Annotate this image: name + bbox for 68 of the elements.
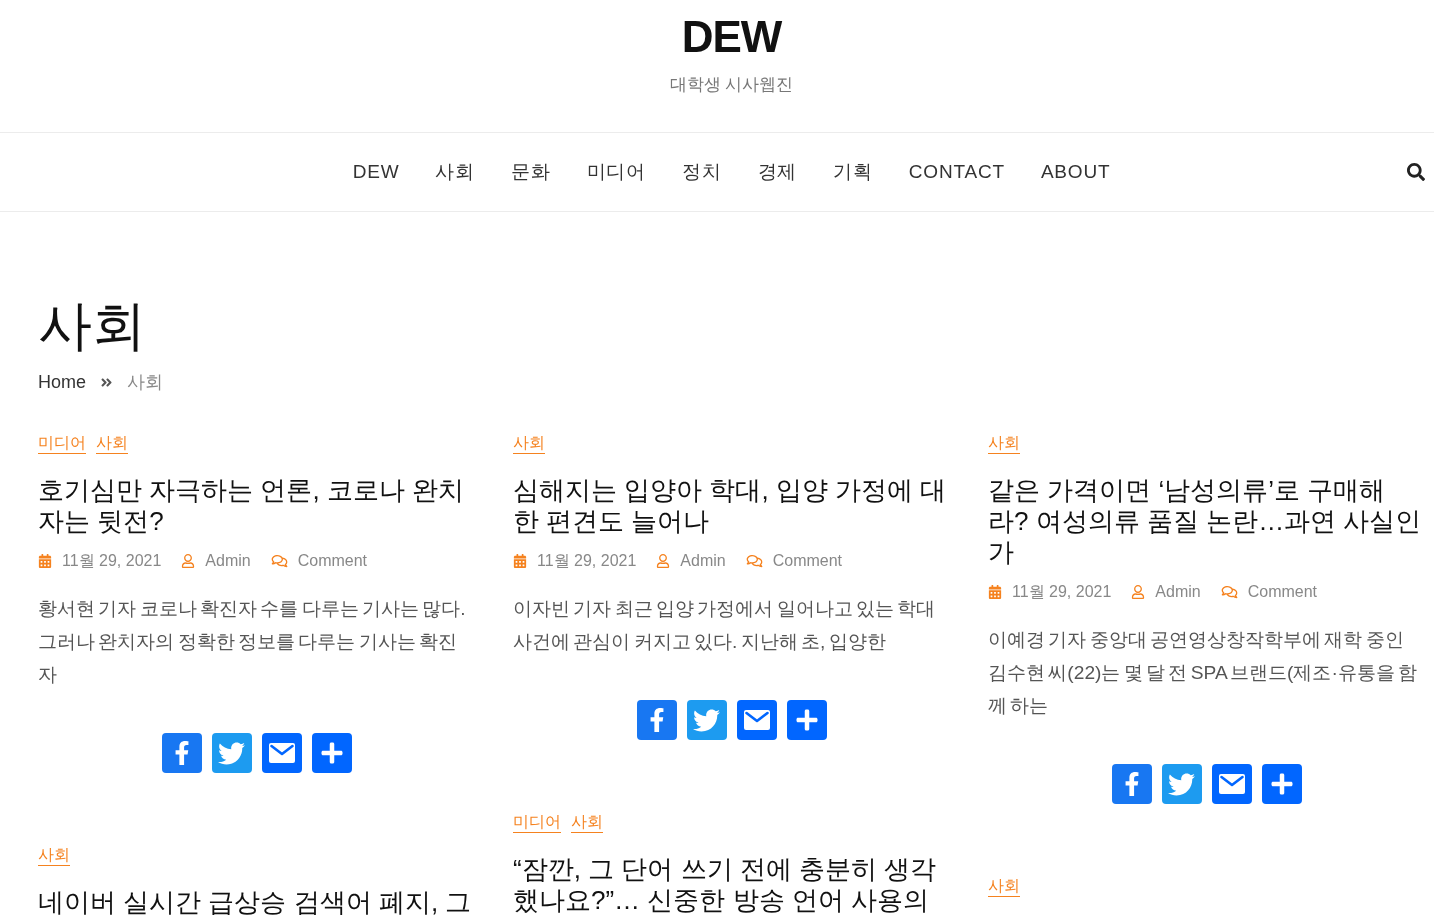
category-link[interactable]: 미디어: [513, 812, 561, 833]
envelope-icon: [743, 710, 770, 730]
nav-link[interactable]: 미디어: [586, 159, 646, 185]
author-link[interactable]: Admin: [1155, 583, 1201, 601]
twitter-share-button[interactable]: [686, 700, 727, 740]
author-link[interactable]: Admin: [680, 552, 726, 570]
search-icon[interactable]: [1407, 163, 1425, 181]
post-title[interactable]: 호기심만 자극하는 언론, 코로나 완치자는 뒷전?: [38, 475, 475, 537]
category-link[interactable]: 사회: [571, 812, 603, 833]
nav-link[interactable]: ABOUT: [1040, 161, 1111, 183]
comment-link[interactable]: Comment: [1247, 583, 1318, 601]
nav-link[interactable]: CONTACT: [908, 161, 1005, 183]
user-icon: [1131, 585, 1146, 599]
calendar-icon: [38, 554, 52, 568]
nav-link[interactable]: 사회: [435, 159, 475, 185]
plus-icon: [319, 741, 344, 765]
plus-icon: [1269, 772, 1294, 796]
post-excerpt: 이예경 기자 중앙대 공연영상창작학부에 재학 중인 김수현 씨(22)는 몇 달 전 SPA 브랜드(제조·유통을 함께 하는: [988, 628, 1419, 718]
post-date[interactable]: 11월 29, 2021: [1012, 581, 1112, 603]
comment-link[interactable]: Comment: [297, 552, 368, 570]
comment-link[interactable]: Comment: [772, 552, 843, 570]
post-excerpt: 황서현 기자 코로나 확진자 수를 다루는 기사는 많다. 그러나 완치자의 정확한 정보를 다루는 기사는 확진자: [38, 597, 467, 687]
email-share-button[interactable]: [1211, 764, 1252, 804]
breadcrumb-link[interactable]: Home: [38, 371, 86, 393]
share-button[interactable]: [786, 700, 827, 740]
email-share-button[interactable]: [261, 733, 302, 773]
post-title[interactable]: 네이버 실시간 급상승 검색어 폐지, 그: [38, 887, 475, 918]
share-button[interactable]: [1261, 764, 1302, 804]
category-link[interactable]: 사회: [988, 876, 1020, 897]
facebook-share-button[interactable]: [161, 733, 202, 773]
site-tagline: 대학생 시사웹진: [669, 74, 794, 96]
page-title: 사회: [38, 294, 147, 356]
calendar-icon: [513, 554, 527, 568]
nav-link[interactable]: DEW: [352, 161, 400, 183]
calendar-icon: [988, 585, 1002, 599]
user-icon: [656, 554, 671, 568]
nav-link[interactable]: 경제: [757, 159, 798, 185]
plus-icon: [794, 708, 819, 732]
category-link[interactable]: 사회: [38, 845, 70, 866]
nav-link[interactable]: 기획: [833, 159, 873, 185]
envelope-icon: [268, 743, 295, 763]
nav-link[interactable]: 정치: [682, 159, 722, 185]
post-title[interactable]: 심해지는 입양아 학대, 입양 가정에 대한 편견도 늘어나: [513, 475, 950, 537]
author-link[interactable]: Admin: [205, 552, 251, 570]
email-share-button[interactable]: [736, 700, 777, 740]
facebook-share-button[interactable]: [636, 700, 677, 740]
nav-link[interactable]: 문화: [511, 159, 551, 185]
facebook-share-button[interactable]: [1111, 764, 1152, 804]
site-title[interactable]: DEW: [681, 10, 782, 64]
post-title[interactable]: “잠깐, 그 단어 쓰기 전에 충분히 생각했나요?”… 신중한 방송 언어 사용의: [513, 854, 950, 916]
user-icon: [181, 554, 196, 568]
speech-bubbles-icon: [270, 554, 288, 568]
category-link[interactable]: 미디어: [38, 433, 86, 454]
envelope-icon: [1218, 774, 1245, 794]
category-link[interactable]: 사회: [96, 433, 128, 454]
breadcrumb-current: 사회: [127, 371, 163, 394]
speech-bubbles-icon: [1220, 585, 1238, 599]
post-title[interactable]: 같은 가격이면 ‘남성의류’로 구매해라? 여성의류 품질 논란…과연 사실인가: [988, 475, 1425, 568]
post-date[interactable]: 11월 29, 2021: [537, 550, 637, 572]
category-link[interactable]: 사회: [988, 433, 1020, 454]
post-date[interactable]: 11월 29, 2021: [62, 550, 162, 572]
category-link[interactable]: 사회: [513, 433, 545, 454]
speech-bubbles-icon: [745, 554, 763, 568]
post-excerpt: 이자빈 기자 최근 입양 가정에서 일어나고 있는 학대 사건에 관심이 커지고 있다. 지난해 초, 입양한: [513, 597, 937, 654]
twitter-share-button[interactable]: [211, 733, 252, 773]
share-button[interactable]: [311, 733, 352, 773]
double-chevron-icon: [100, 375, 113, 389]
twitter-share-button[interactable]: [1161, 764, 1202, 804]
